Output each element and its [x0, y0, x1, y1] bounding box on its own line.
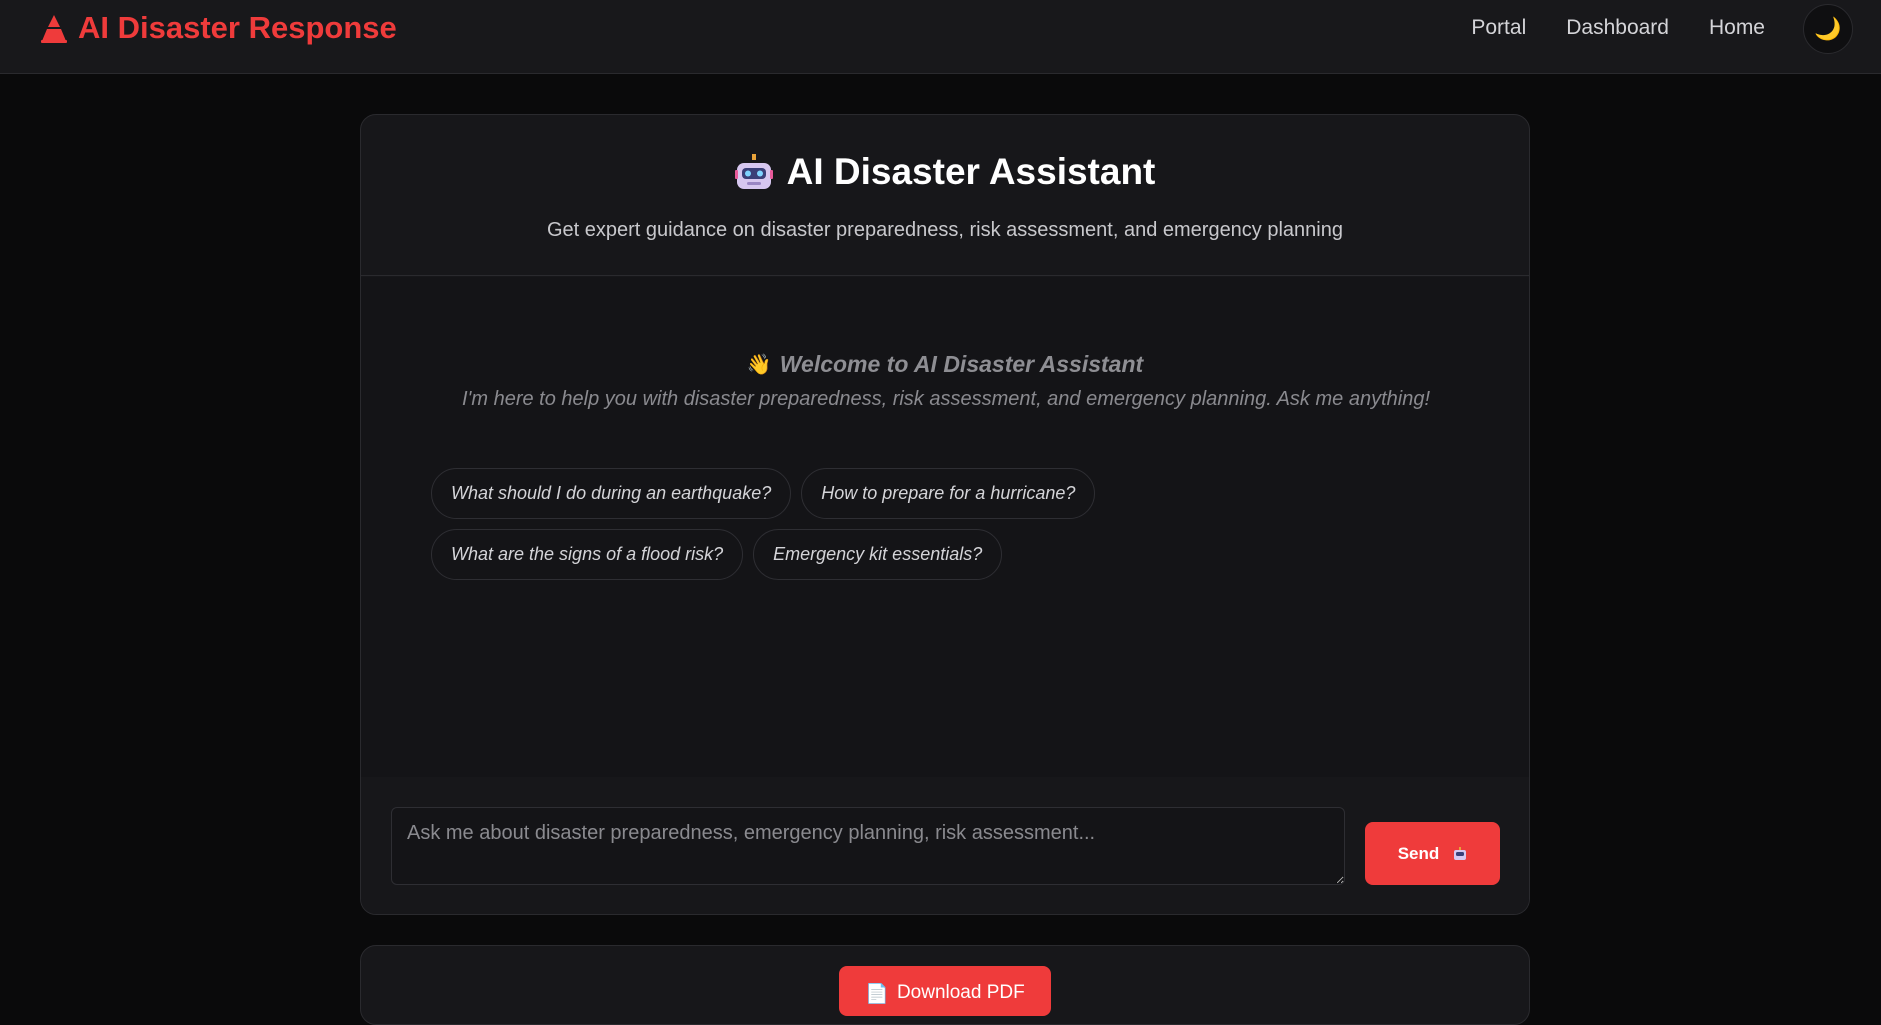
moon-icon: 🌙: [1814, 16, 1842, 41]
chat-input[interactable]: [391, 807, 1345, 885]
nav-link-home[interactable]: Home: [1709, 16, 1765, 40]
assistant-card: AI Disaster Assistant Get expert guidanc…: [360, 114, 1530, 915]
robot-icon: [734, 154, 773, 189]
robot-icon: [1454, 846, 1467, 860]
cone-icon: [41, 15, 67, 43]
suggestion-chips: What should I do during an earthquake? H…: [431, 468, 1191, 580]
report-card: 📄 Download PDF: [360, 945, 1530, 1025]
brand[interactable]: AI Disaster Response: [40, 10, 397, 46]
send-button-label: Send: [1397, 843, 1440, 863]
suggestion-chip-earthquake[interactable]: What should I do during an earthquake?: [431, 468, 792, 519]
welcome-text: I'm here to help you with disaster prepa…: [461, 388, 1431, 410]
nav-link-dashboard[interactable]: Dashboard: [1566, 16, 1669, 40]
nav-links: Portal Dashboard Home: [1471, 13, 1765, 43]
assistant-header: AI Disaster Assistant Get expert guidanc…: [361, 115, 1529, 276]
download-pdf-label: Download PDF: [896, 982, 1025, 1003]
chat-input-area: Send: [361, 777, 1529, 914]
suggestion-chip-hurricane[interactable]: How to prepare for a hurricane?: [801, 468, 1096, 519]
brand-name: AI Disaster Response: [78, 10, 397, 45]
suggestion-chip-flood[interactable]: What are the signs of a flood risk?: [431, 529, 744, 580]
theme-toggle-button[interactable]: 🌙: [1803, 4, 1853, 54]
welcome-title-text: Welcome to AI Disaster Assistant: [779, 351, 1144, 377]
suggestion-chip-emergency-kit[interactable]: Emergency kit essentials?: [753, 529, 1003, 580]
welcome-title: 👋 Welcome to AI Disaster Assistant: [361, 351, 1529, 378]
document-icon: 📄: [865, 984, 889, 1005]
assistant-subtitle: Get expert guidance on disaster prepared…: [546, 219, 1343, 241]
send-button[interactable]: Send: [1365, 822, 1500, 885]
nav-link-portal[interactable]: Portal: [1471, 16, 1526, 40]
download-pdf-button[interactable]: 📄 Download PDF: [839, 966, 1051, 1016]
assistant-title-text: AI Disaster Assistant: [786, 151, 1156, 192]
top-navbar: AI Disaster Response Portal Dashboard Ho…: [0, 0, 1881, 74]
assistant-title: AI Disaster Assistant: [361, 151, 1529, 193]
wave-icon: 👋: [746, 354, 772, 376]
